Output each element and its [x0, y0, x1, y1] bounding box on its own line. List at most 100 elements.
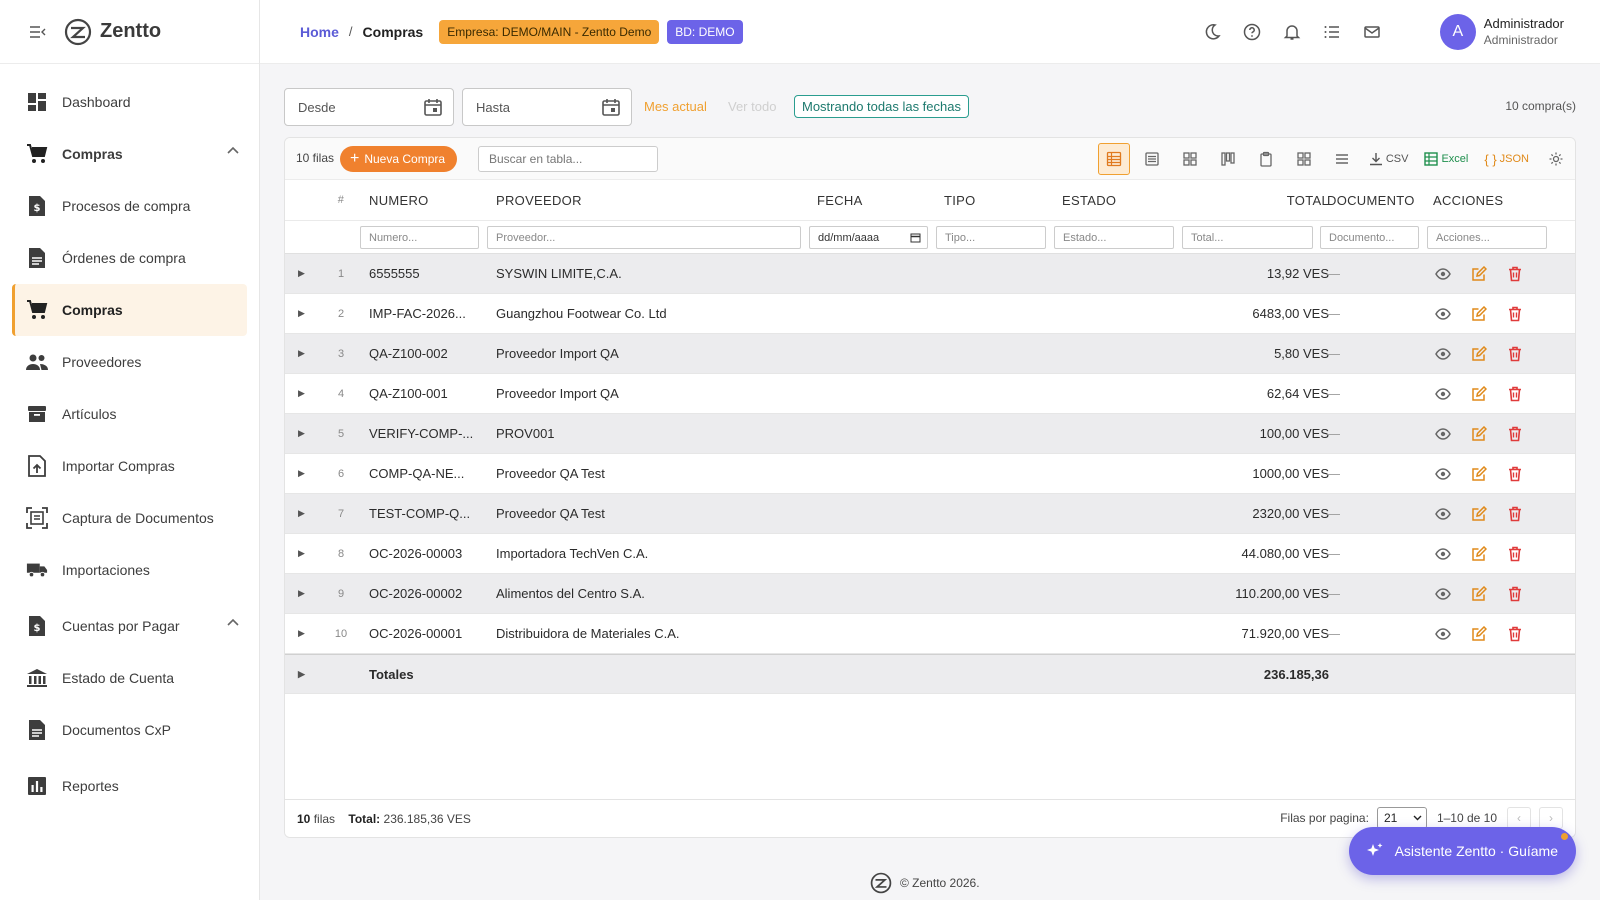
expand-arrow-icon[interactable]: ▶ [298, 468, 305, 479]
sidebar-item-reportes[interactable]: Reportes [0, 760, 259, 812]
view-eye-icon[interactable] [1433, 544, 1453, 564]
view-eye-icon[interactable] [1433, 304, 1453, 324]
filter-proveedor-input[interactable]: Proveedor... [487, 226, 801, 249]
delete-trash-icon[interactable] [1505, 544, 1525, 564]
column-documento[interactable]: DOCUMENTO [1327, 193, 1415, 208]
column-numero[interactable]: NUMERO [369, 193, 429, 208]
expand-arrow-icon[interactable]: ▶ [298, 268, 305, 279]
column-total[interactable]: TOTAL [1287, 193, 1329, 208]
edit-icon[interactable] [1469, 584, 1489, 604]
delete-trash-icon[interactable] [1505, 424, 1525, 444]
list-view-icon[interactable] [1133, 143, 1171, 175]
edit-icon[interactable] [1469, 424, 1489, 444]
empresa-badge[interactable]: Empresa: DEMO/MAIN - Zentto Demo [439, 19, 660, 44]
export-json-button[interactable]: { } JSON [1476, 152, 1537, 167]
rows-per-page-select[interactable]: 21 [1376, 807, 1427, 829]
menu-collapse-icon[interactable] [28, 22, 48, 42]
filter-estado-input[interactable]: Estado... [1054, 226, 1174, 249]
sidebar-item-proveedores[interactable]: Proveedores [0, 336, 259, 388]
column-proveedor[interactable]: PROVEEDOR [496, 193, 582, 208]
database-badge[interactable]: BD: DEMO [667, 19, 743, 44]
view-eye-icon[interactable] [1433, 344, 1453, 364]
expand-arrow-icon[interactable]: ▶ [298, 308, 305, 319]
view-eye-icon[interactable] [1433, 624, 1453, 644]
edit-icon[interactable] [1469, 544, 1489, 564]
table-row[interactable]: ▶ 1 6555555 SYSWIN LIMITE,C.A. 13,92 VES — [285, 254, 1575, 294]
filter-total-input[interactable]: Total... [1182, 226, 1313, 249]
dark-mode-icon[interactable] [1202, 22, 1222, 42]
clipboard-icon[interactable] [1247, 143, 1285, 175]
assistant-button[interactable]: Asistente Zentto · Guíame [1348, 827, 1576, 875]
delete-trash-icon[interactable] [1505, 304, 1525, 324]
column-tipo[interactable]: TIPO [944, 193, 976, 208]
user-menu[interactable]: A Administrador Administrador [1439, 14, 1564, 50]
delete-trash-icon[interactable] [1505, 584, 1525, 604]
table-row[interactable]: ▶ 2 IMP-FAC-2026... Guangzhou Footwear Co. … [285, 294, 1575, 334]
table-row[interactable]: ▶ 8 OC-2026-00003 Importadora TechVen C.A. 4… [285, 534, 1575, 574]
view-eye-icon[interactable] [1433, 384, 1453, 404]
sidebar-item-órdenes-de-compra[interactable]: Órdenes de compra [0, 232, 259, 284]
filter-tipo-input[interactable]: Tipo... [936, 226, 1046, 249]
sidebar-item-documentos-cxp[interactable]: Documentos CxP [0, 704, 259, 756]
prev-page-button[interactable]: ‹ [1507, 807, 1531, 829]
expand-arrow-icon[interactable]: ▶ [298, 548, 305, 559]
sidebar-item-importaciones[interactable]: Importaciones [0, 544, 259, 596]
sidebar-item-artículos[interactable]: Artículos [0, 388, 259, 440]
chevron-up-icon[interactable] [227, 618, 239, 626]
expand-arrow-icon[interactable]: ▶ [298, 628, 305, 639]
sidebar-item-estado-de-cuenta[interactable]: Estado de Cuenta [0, 652, 259, 704]
expand-arrow-icon[interactable]: ▶ [298, 588, 305, 599]
settings-gear-icon[interactable] [1537, 143, 1575, 175]
column-estado[interactable]: ESTADO [1062, 193, 1116, 208]
sidebar-item-dashboard[interactable]: Dashboard [0, 76, 259, 128]
filter-fecha-input[interactable]: dd/mm/aaaa [809, 226, 928, 249]
export-excel-button[interactable]: Excel [1416, 152, 1476, 166]
view-eye-icon[interactable] [1433, 264, 1453, 284]
table-row[interactable]: ▶ 4 QA-Z100-001 Proveedor Import QA 62,64 VE… [285, 374, 1575, 414]
filter-acciones-input[interactable]: Acciones... [1427, 226, 1547, 249]
edit-icon[interactable] [1469, 464, 1489, 484]
view-eye-icon[interactable] [1433, 504, 1453, 524]
expand-arrow-icon[interactable]: ▶ [298, 388, 305, 399]
table-row[interactable]: ▶ 7 TEST-COMP-Q... Proveedor QA Test 2320,00… [285, 494, 1575, 534]
view-eye-icon[interactable] [1433, 424, 1453, 444]
density-icon[interactable] [1323, 143, 1361, 175]
avatar[interactable]: A [1439, 14, 1476, 50]
table-row[interactable]: ▶ 9 OC-2026-00002 Alimentos del Centro S.A.… [285, 574, 1575, 614]
filter-numero-input[interactable]: Numero... [360, 226, 479, 249]
ver-todo-link[interactable]: Ver todo [728, 99, 776, 114]
delete-trash-icon[interactable] [1505, 344, 1525, 364]
edit-icon[interactable] [1469, 504, 1489, 524]
expand-arrow-icon[interactable]: ▶ [298, 508, 305, 519]
expand-arrow-icon[interactable]: ▶ [298, 428, 305, 439]
table-row[interactable]: ▶ 5 VERIFY-COMP-... PROV001 100,00 VES — [285, 414, 1575, 454]
expand-arrow-icon[interactable]: ▶ [298, 669, 305, 680]
delete-trash-icon[interactable] [1505, 504, 1525, 524]
table-search-input[interactable]: Buscar en tabla... [478, 146, 658, 172]
delete-trash-icon[interactable] [1505, 464, 1525, 484]
edit-icon[interactable] [1469, 304, 1489, 324]
desde-date-field[interactable]: Desde [284, 88, 454, 126]
column-fecha[interactable]: FECHA [817, 193, 863, 208]
grid-view-icon[interactable] [1171, 143, 1209, 175]
chevron-up-icon[interactable] [227, 146, 239, 154]
view-eye-icon[interactable] [1433, 584, 1453, 604]
breadcrumb-home[interactable]: Home [300, 24, 339, 40]
filter-documento-input[interactable]: Documento... [1320, 226, 1419, 249]
sidebar-item-importar-compras[interactable]: Importar Compras [0, 440, 259, 492]
delete-trash-icon[interactable] [1505, 384, 1525, 404]
edit-icon[interactable] [1469, 344, 1489, 364]
tasks-list-icon[interactable] [1322, 22, 1342, 42]
hasta-date-field[interactable]: Hasta [462, 88, 632, 126]
next-page-button[interactable]: › [1539, 807, 1563, 829]
app-logo[interactable]: Zentto [64, 18, 161, 46]
sidebar-item-procesos-de-compra[interactable]: $ Procesos de compra [0, 180, 259, 232]
edit-icon[interactable] [1469, 384, 1489, 404]
table-row[interactable]: ▶ 6 COMP-QA-NE... Proveedor QA Test 1000,00 … [285, 454, 1575, 494]
new-purchase-button[interactable]: + Nueva Compra [340, 146, 458, 172]
kanban-view-icon[interactable] [1209, 143, 1247, 175]
sidebar-item-compras[interactable]: Compras [0, 128, 259, 180]
delete-trash-icon[interactable] [1505, 624, 1525, 644]
calendar-icon[interactable] [601, 97, 621, 117]
mail-icon[interactable] [1362, 22, 1382, 42]
